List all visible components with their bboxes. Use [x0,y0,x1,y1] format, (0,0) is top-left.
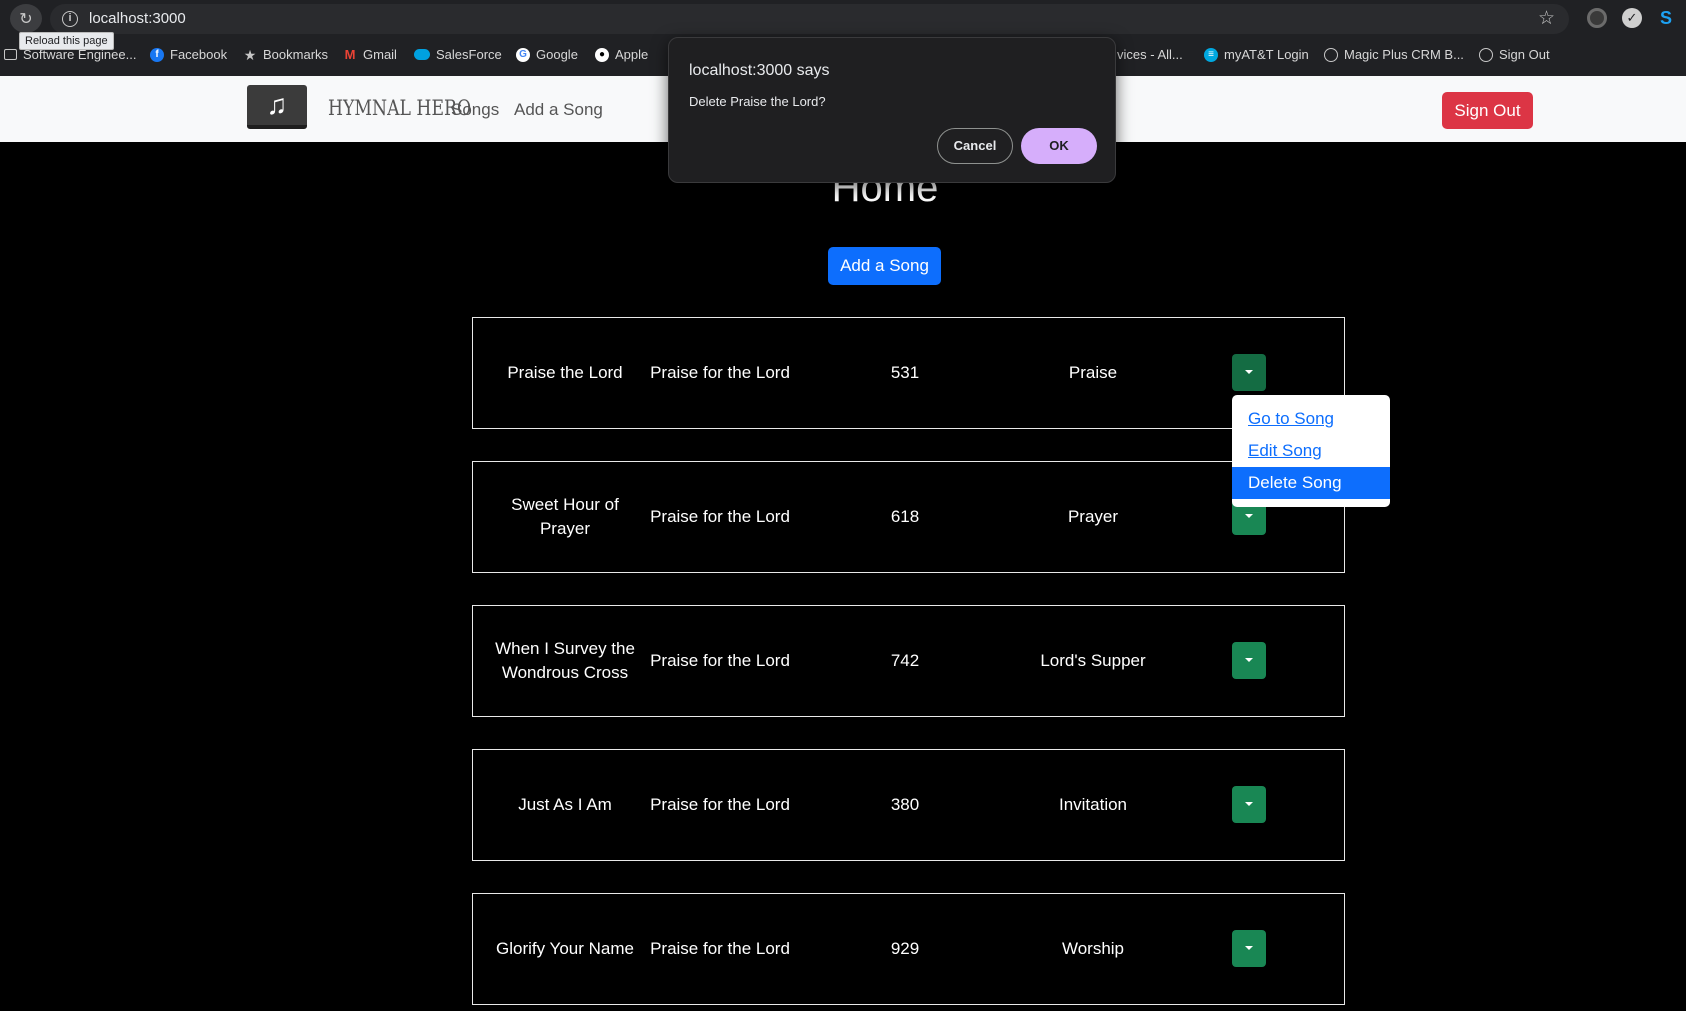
song-number: 742 [890,651,920,670]
song-title: Sweet Hour of Prayer [511,495,619,538]
address-bar[interactable]: i localhost:3000 ☆ [50,4,1569,34]
confirm-dialog: localhost:3000 says Delete Praise the Lo… [668,37,1116,183]
bookmark-label: SalesForce [436,47,502,62]
apple-icon: ● [595,47,609,62]
bookmark-item[interactable]: ● Apple [595,47,648,62]
nav-link-songs[interactable]: Songs [451,100,499,120]
folder-icon [4,49,17,60]
caret-down-icon [1245,946,1253,950]
song-card: When I Survey the Wondrous Cross Praise … [472,605,1345,717]
browser-toolbar: ↻ i localhost:3000 ☆ ✓ S [0,0,1686,37]
song-card: Just As I Am Praise for the Lord 380 Inv… [472,749,1345,861]
menu-item-go-to-song[interactable]: Go to Song [1232,403,1390,435]
bookmark-label: Google [536,47,578,62]
reload-tooltip: Reload this page [19,32,114,50]
song-card: Sweet Hour of Prayer Praise for the Lord… [472,461,1345,573]
bookmark-label: Gmail [363,47,397,62]
extension-check-icon[interactable]: ✓ [1622,8,1642,28]
bookmark-item[interactable]: ★ Bookmarks [243,47,328,62]
song-category: Worship [1061,939,1125,958]
bookmark-item[interactable]: SalesForce [414,47,502,62]
cancel-button[interactable]: Cancel [937,128,1013,164]
caret-down-icon [1245,802,1253,806]
site-info-icon[interactable]: i [62,11,78,27]
bookmark-label: Bookmarks [263,47,329,62]
menu-item-edit-song[interactable]: Edit Song [1232,435,1390,467]
globe-icon [1479,47,1493,62]
bookmark-item[interactable]: Magic Plus CRM B... [1324,47,1464,62]
google-icon: G [516,47,530,62]
song-book: Praise for the Lord [650,651,790,670]
song-book: Praise for the Lord [650,507,790,526]
url-text[interactable]: localhost:3000 [89,10,186,27]
bookmark-label: Magic Plus CRM B... [1344,47,1464,62]
song-actions-dropdown-button[interactable] [1232,930,1266,967]
song-title: Just As I Am [518,795,612,814]
bookmark-item[interactable]: vices - All... [1117,47,1183,62]
song-actions-dropdown-button[interactable] [1232,786,1266,823]
dialog-title: localhost:3000 says [689,62,830,79]
caret-down-icon [1245,658,1253,662]
bookmark-item[interactable]: ≡ myAT&T Login [1204,47,1309,62]
song-title: Glorify Your Name [496,939,634,958]
song-number: 618 [890,507,920,526]
caret-down-icon [1245,370,1253,374]
menu-item-delete-song[interactable]: Delete Song [1232,467,1390,499]
song-actions-dropdown-button[interactable] [1232,642,1266,679]
song-actions-dropdown-button[interactable] [1232,354,1266,391]
song-book: Praise for the Lord [650,939,790,958]
bookmark-label: Facebook [170,47,228,62]
bookmark-item[interactable]: Sign Out [1479,47,1550,62]
gmail-icon: M [344,46,356,62]
ok-button[interactable]: OK [1021,128,1097,164]
bookmark-star-icon[interactable]: ☆ [1538,7,1555,30]
facebook-icon: f [150,47,164,62]
brand-name[interactable]: HYMNAL HERO [328,96,471,120]
song-number: 929 [890,939,920,958]
extension-icon[interactable] [1587,8,1607,28]
bookmark-item[interactable]: f Facebook [150,47,227,62]
star-icon: ★ [243,46,257,63]
song-category: Prayer [1067,507,1119,526]
add-song-button[interactable]: Add a Song [828,247,941,285]
reload-icon[interactable]: ↻ [10,4,42,33]
bookmark-label: Apple [615,47,649,62]
bookmark-label: Sign Out [1499,47,1550,62]
song-book: Praise for the Lord [650,363,790,382]
salesforce-icon [414,49,430,60]
bookmark-label: myAT&T Login [1224,47,1309,62]
globe-icon [1324,47,1338,62]
bookmark-item[interactable]: G Google [516,47,578,62]
song-card: Praise the Lord Praise for the Lord 531 … [472,317,1345,429]
sign-out-button[interactable]: Sign Out [1442,92,1533,129]
browser-window: ↻ i localhost:3000 ☆ ✓ S Reload this pag… [0,0,1686,1011]
dialog-message: Delete Praise the Lord? [689,94,826,109]
song-title: Praise the Lord [507,363,623,382]
song-actions-menu: Go to Song Edit Song Delete Song [1232,395,1390,507]
song-number: 531 [890,363,920,382]
song-book: Praise for the Lord [650,795,790,814]
bookmark-label: vices - All... [1117,47,1183,62]
song-card: Glorify Your Name Praise for the Lord 92… [472,893,1345,1005]
att-icon: ≡ [1204,47,1218,62]
nav-link-add-song[interactable]: Add a Song [514,100,603,120]
extension-s-icon[interactable]: S [1656,8,1676,28]
song-category: Lord's Supper [1040,651,1146,670]
hymnal-logo-icon[interactable]: ♫ [247,85,307,129]
song-category: Praise [1068,363,1118,382]
song-category: Invitation [1058,795,1128,814]
song-title: When I Survey the Wondrous Cross [495,639,635,682]
song-number: 380 [890,795,920,814]
bookmark-item[interactable]: M Gmail [343,47,397,62]
caret-down-icon [1245,514,1253,518]
